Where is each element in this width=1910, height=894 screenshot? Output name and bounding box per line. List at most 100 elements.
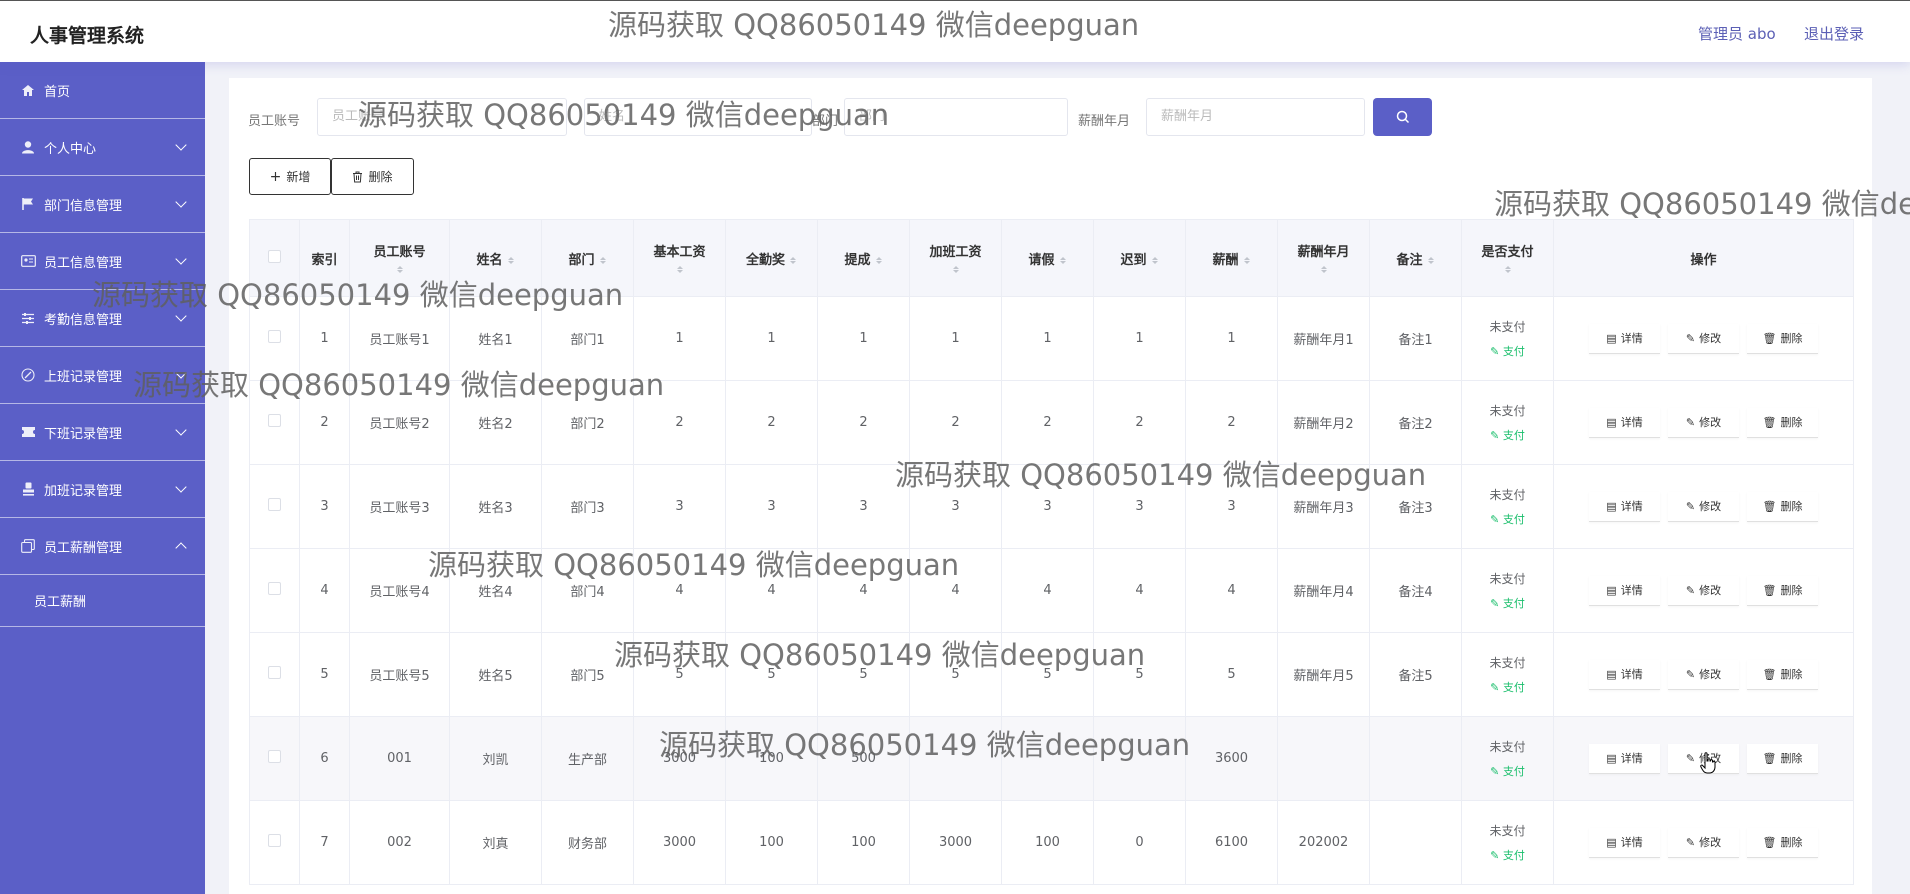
col-header[interactable]: 薪酬 <box>1185 219 1278 297</box>
sort-icon[interactable] <box>1059 254 1067 266</box>
col-header[interactable]: 姓名 <box>449 219 542 297</box>
sidebar-subitem-salary[interactable]: 员工薪酬 <box>0 575 205 627</box>
row-checkbox[interactable] <box>268 582 281 595</box>
user-icon <box>20 140 36 154</box>
row-checkbox[interactable] <box>268 834 281 847</box>
sidebar-item-department[interactable]: 部门信息管理 <box>0 176 205 233</box>
pay-link[interactable]: ✎ 支付 <box>1462 427 1553 443</box>
sort-icon[interactable] <box>1427 254 1435 266</box>
detail-button[interactable]: ▤ 详情 <box>1589 407 1660 438</box>
col-header[interactable]: 迟到 <box>1093 219 1186 297</box>
col-header: 操作 <box>1553 219 1854 297</box>
pay-link[interactable]: ✎ 支付 <box>1462 595 1553 611</box>
table-cell: 3000 <box>909 800 1002 885</box>
sort-icon[interactable] <box>396 263 404 275</box>
detail-button[interactable]: ▤ 详情 <box>1589 659 1660 690</box>
sort-icon[interactable] <box>599 254 607 266</box>
sidebar-item-home[interactable]: 首页 <box>0 62 205 119</box>
edit-button[interactable]: ✎ 修改 <box>1668 659 1739 690</box>
col-header[interactable]: 是否支付 <box>1461 219 1554 297</box>
sort-icon[interactable] <box>952 263 960 275</box>
plus-icon: + <box>269 168 282 185</box>
col-header[interactable]: 基本工资 <box>633 219 726 297</box>
sidebar-item-label: 员工薪酬管理 <box>44 540 123 556</box>
sort-icon[interactable] <box>1243 254 1251 266</box>
select-all-checkbox[interactable] <box>268 249 281 263</box>
table-cell: 4 <box>1093 548 1186 633</box>
edit-button[interactable]: ✎ 修改 <box>1668 827 1739 858</box>
col-header[interactable]: 备注 <box>1369 219 1462 297</box>
sidebar-item-attendance[interactable]: 考勤信息管理 <box>0 290 205 347</box>
delete-row-button[interactable]: 🗑 删除 <box>1747 575 1818 606</box>
table-cell: 1 <box>1093 296 1186 381</box>
payment-cell: 未支付 ✎ 支付 <box>1461 716 1554 801</box>
logout-link[interactable]: 退出登录 <box>1804 23 1864 44</box>
pay-link[interactable]: ✎ 支付 <box>1462 343 1553 359</box>
sidebar-item-label: 下班记录管理 <box>44 426 123 442</box>
row-checkbox[interactable] <box>268 414 281 427</box>
document-icon: ▤ <box>1606 751 1617 765</box>
edit-button[interactable]: ✎ 修改 <box>1668 323 1739 354</box>
delete-row-button[interactable]: 🗑 删除 <box>1747 743 1818 774</box>
table-cell: 4 <box>299 548 350 633</box>
sidebar-item-overtime[interactable]: 加班记录管理 <box>0 461 205 518</box>
sort-icon[interactable] <box>507 254 515 266</box>
edit-button[interactable]: ✎ 修改 <box>1668 575 1739 606</box>
name-input[interactable]: 姓名 <box>584 98 812 136</box>
account-input[interactable]: 员工账号 <box>317 98 567 136</box>
detail-button[interactable]: ▤ 详情 <box>1589 575 1660 606</box>
payment-status: 未支付 <box>1489 824 1526 838</box>
row-checkbox[interactable] <box>268 330 281 343</box>
table-cell: 员工账号5 <box>349 632 450 717</box>
sidebar: 首页 个人中心 部门信息管理 员工信息管理 考勤信息管理 上班记录管理 下班记录… <box>0 62 205 894</box>
sort-icon[interactable] <box>789 254 797 266</box>
sidebar-item-clock-in[interactable]: 上班记录管理 <box>0 347 205 404</box>
col-header[interactable]: 员工账号 <box>349 219 450 297</box>
sidebar-item-salary[interactable]: 员工薪酬管理 <box>0 518 205 575</box>
pay-link[interactable]: ✎ 支付 <box>1462 847 1553 863</box>
sort-icon[interactable] <box>875 254 883 266</box>
detail-button[interactable]: ▤ 详情 <box>1589 323 1660 354</box>
delete-row-button[interactable]: 🗑 删除 <box>1747 407 1818 438</box>
col-header[interactable]: 请假 <box>1001 219 1094 297</box>
add-button[interactable]: + 新增 <box>249 158 331 195</box>
dept-input[interactable]: 部门 <box>844 98 1068 136</box>
table-cell: 员工账号4 <box>349 548 450 633</box>
trash-icon: 🗑 <box>1762 583 1777 597</box>
sort-icon[interactable] <box>1320 263 1328 275</box>
delete-row-button[interactable]: 🗑 删除 <box>1747 659 1818 690</box>
delete-row-button[interactable]: 🗑 删除 <box>1747 827 1818 858</box>
detail-button[interactable]: ▤ 详情 <box>1589 827 1660 858</box>
table-cell: 部门1 <box>541 296 634 381</box>
detail-button[interactable]: ▤ 详情 <box>1589 743 1660 774</box>
sidebar-item-personal-center[interactable]: 个人中心 <box>0 119 205 176</box>
sort-icon[interactable] <box>676 263 684 275</box>
detail-button[interactable]: ▤ 详情 <box>1589 491 1660 522</box>
chevron-down-icon <box>175 424 187 436</box>
pay-link[interactable]: ✎ 支付 <box>1462 511 1553 527</box>
row-checkbox[interactable] <box>268 750 281 763</box>
edit-button[interactable]: ✎ 修改 <box>1668 407 1739 438</box>
sidebar-item-clock-out[interactable]: 下班记录管理 <box>0 404 205 461</box>
delete-button[interactable]: 删除 <box>331 158 414 195</box>
col-header[interactable]: 加班工资 <box>909 219 1002 297</box>
delete-row-button[interactable]: 🗑 删除 <box>1747 491 1818 522</box>
col-header[interactable]: 薪酬年月 <box>1277 219 1370 297</box>
pay-link[interactable]: ✎ 支付 <box>1462 679 1553 695</box>
pay-link[interactable]: ✎ 支付 <box>1462 763 1553 779</box>
col-header[interactable]: 部门 <box>541 219 634 297</box>
edit-button[interactable]: ✎ 修改 <box>1668 491 1739 522</box>
month-input[interactable]: 薪酬年月 <box>1146 98 1365 136</box>
row-checkbox[interactable] <box>268 498 281 511</box>
row-checkbox[interactable] <box>268 666 281 679</box>
sort-icon[interactable] <box>1504 263 1512 275</box>
col-header[interactable]: 提成 <box>817 219 910 297</box>
delete-row-button[interactable]: 🗑 删除 <box>1747 323 1818 354</box>
search-button[interactable] <box>1373 98 1432 136</box>
edit-icon: ✎ <box>1490 765 1503 778</box>
col-header[interactable]: 全勤奖 <box>725 219 818 297</box>
sort-icon[interactable] <box>1151 254 1159 266</box>
sidebar-item-employee[interactable]: 员工信息管理 <box>0 233 205 290</box>
flag-icon <box>20 197 36 211</box>
table-cell: 备注5 <box>1369 632 1462 717</box>
